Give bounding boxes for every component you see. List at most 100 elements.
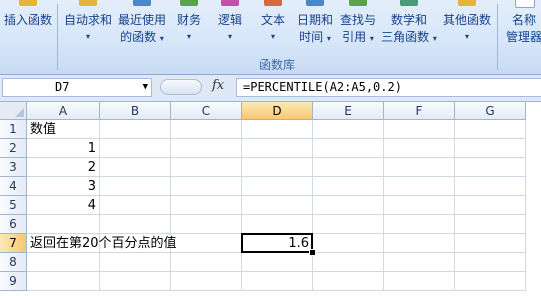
cell-f4[interactable] [384, 177, 455, 196]
cell-e6[interactable] [313, 215, 384, 234]
recent-functions-button[interactable]: 最近使用 的函数 ▾ [115, 0, 169, 58]
name-manager-button[interactable]: 名称 管理器 [502, 0, 541, 58]
cell-g6[interactable] [455, 215, 526, 234]
cell-a5[interactable]: 4 [27, 196, 100, 215]
cell-d1[interactable] [242, 120, 313, 139]
column-header-g[interactable]: G [455, 102, 526, 120]
cell-f9[interactable] [384, 272, 455, 291]
cell-f8[interactable] [384, 253, 455, 272]
column-header-e[interactable]: E [313, 102, 384, 120]
active-cell-border[interactable] [241, 233, 313, 253]
cell-e8[interactable] [313, 253, 384, 272]
cell-e5[interactable] [313, 196, 384, 215]
chevron-down-icon: ▾ [270, 32, 275, 41]
cell-d3[interactable] [242, 158, 313, 177]
cell-c8[interactable] [171, 253, 242, 272]
insert-function-fx-icon[interactable]: fx [212, 78, 224, 93]
cell-c3[interactable] [171, 158, 242, 177]
formula-input[interactable]: =PERCENTILE(A2:A5,0.2) [236, 78, 541, 97]
autosum-button[interactable]: 自动求和 ▾ [62, 0, 114, 58]
fill-handle[interactable] [309, 249, 316, 256]
cell-d4[interactable] [242, 177, 313, 196]
cell-f1[interactable] [384, 120, 455, 139]
cell-e2[interactable] [313, 139, 384, 158]
row-header-3[interactable]: 3 [0, 158, 27, 177]
cell-d8[interactable] [242, 253, 313, 272]
cell-g7[interactable] [455, 234, 526, 253]
cell-g1[interactable] [455, 120, 526, 139]
cell-f6[interactable] [384, 215, 455, 234]
cell-c4[interactable] [171, 177, 242, 196]
cell-f5[interactable] [384, 196, 455, 215]
cell-d2[interactable] [242, 139, 313, 158]
name-box-dropdown-icon[interactable]: ▼ [143, 79, 148, 96]
cell-c2[interactable] [171, 139, 242, 158]
cell-b6[interactable] [100, 215, 171, 234]
cell-e1[interactable] [313, 120, 384, 139]
cell-b4[interactable] [100, 177, 171, 196]
cell-e3[interactable] [313, 158, 384, 177]
more-functions-button[interactable]: 其他函数 ▾ [439, 0, 495, 58]
cell-g5[interactable] [455, 196, 526, 215]
name-box[interactable]: D7 ▼ [2, 78, 152, 97]
row-header-8[interactable]: 8 [0, 253, 27, 272]
cell-b1[interactable] [100, 120, 171, 139]
cell-a6[interactable] [27, 215, 100, 234]
cell-b9[interactable] [100, 272, 171, 291]
insert-function-button[interactable]: 插入函数 [0, 0, 56, 58]
financial-icon [180, 0, 198, 6]
cell-d9[interactable] [242, 272, 313, 291]
column-header-a[interactable]: A [27, 102, 100, 120]
cell-a2[interactable]: 1 [27, 139, 100, 158]
row-header-2[interactable]: 2 [0, 139, 27, 158]
text-icon [264, 0, 282, 6]
cell-a7[interactable]: 返回在第20个百分点的值 [27, 234, 177, 253]
row-header-1[interactable]: 1 [0, 120, 27, 139]
cell-c5[interactable] [171, 196, 242, 215]
row-header-5[interactable]: 5 [0, 196, 27, 215]
cell-f3[interactable] [384, 158, 455, 177]
cell-b8[interactable] [100, 253, 171, 272]
cell-c6[interactable] [171, 215, 242, 234]
cell-b2[interactable] [100, 139, 171, 158]
financial-button[interactable]: 财务 ▾ [172, 0, 206, 58]
lookup-reference-button[interactable]: 查找与 引用 ▾ [336, 0, 380, 58]
cell-d6[interactable] [242, 215, 313, 234]
column-header-b[interactable]: B [100, 102, 171, 120]
logical-button[interactable]: 逻辑 ▾ [212, 0, 248, 58]
cell-g8[interactable] [455, 253, 526, 272]
row-header-9[interactable]: 9 [0, 272, 27, 291]
cell-g2[interactable] [455, 139, 526, 158]
cell-g9[interactable] [455, 272, 526, 291]
formula-bar-resize-handle[interactable] [160, 79, 202, 95]
column-header-d[interactable]: D [242, 102, 313, 120]
cell-g4[interactable] [455, 177, 526, 196]
cell-b3[interactable] [100, 158, 171, 177]
cell-e4[interactable] [313, 177, 384, 196]
row-header-7[interactable]: 7 [0, 234, 27, 253]
column-header-c[interactable]: C [171, 102, 242, 120]
cell-d5[interactable] [242, 196, 313, 215]
cell-a4[interactable]: 3 [27, 177, 100, 196]
text-button[interactable]: 文本 ▾ [255, 0, 291, 58]
cell-a9[interactable] [27, 272, 100, 291]
cell-a8[interactable] [27, 253, 100, 272]
cell-b5[interactable] [100, 196, 171, 215]
cell-a3[interactable]: 2 [27, 158, 100, 177]
cell-a1[interactable]: 数值 [27, 120, 100, 139]
cell-e9[interactable] [313, 272, 384, 291]
cell-f2[interactable] [384, 139, 455, 158]
math-trig-button[interactable]: 数学和 三角函数 ▾ [380, 0, 438, 58]
cell-c7[interactable] [171, 234, 242, 253]
cell-c1[interactable] [171, 120, 242, 139]
datetime-button[interactable]: 日期和 时间 ▾ [293, 0, 337, 58]
select-all-button[interactable] [0, 102, 27, 120]
cell-g3[interactable] [455, 158, 526, 177]
cell-f7[interactable] [384, 234, 455, 253]
row-header-6[interactable]: 6 [0, 215, 27, 234]
cell-e7[interactable] [313, 234, 384, 253]
cell-c9[interactable] [171, 272, 242, 291]
column-header-f[interactable]: F [384, 102, 455, 120]
math-label-line1: 数学和 [390, 13, 427, 27]
row-header-4[interactable]: 4 [0, 177, 27, 196]
